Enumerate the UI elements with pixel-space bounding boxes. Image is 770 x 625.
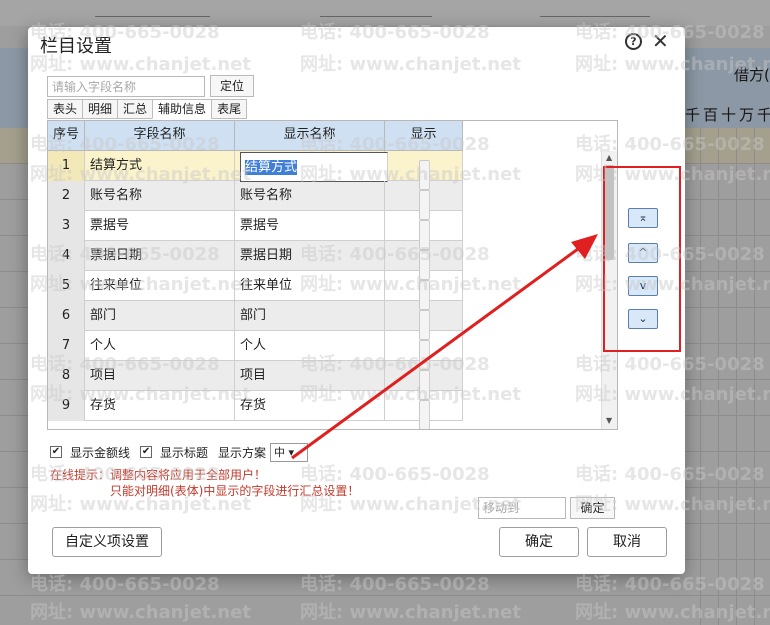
move-to-input[interactable] — [478, 497, 566, 519]
row-field-name: 部门 — [85, 301, 235, 331]
help-icon[interactable]: ? — [625, 33, 642, 50]
move-down-button[interactable]: v — [628, 276, 658, 296]
row-show-cell — [385, 361, 463, 400]
row-field-name: 票据日期 — [85, 241, 235, 271]
move-to-ok-button[interactable]: 确定 — [570, 497, 615, 519]
table-row[interactable]: 9 存货 存货 — [48, 391, 463, 429]
display-scheme-select[interactable]: 中 ▾ — [270, 442, 309, 462]
row-display-name[interactable]: 存货 — [235, 391, 385, 421]
row-field-name: 票据号 — [85, 211, 235, 241]
show-title-checkbox[interactable]: ✔ — [140, 446, 153, 458]
table-row[interactable]: 8 项目 项目 — [48, 361, 463, 400]
row-seq: 9 — [48, 391, 85, 421]
locate-button[interactable]: 定位 — [210, 75, 254, 97]
show-checkbox[interactable] — [419, 400, 430, 429]
row-seq: 2 — [48, 181, 85, 211]
move-top-button[interactable]: ⌅ — [628, 208, 658, 228]
grid-header: 序号 字段名称 显示名称 显示 — [48, 121, 463, 151]
row-show-cell — [385, 331, 463, 370]
row-display-name-cell: 结算方式 — [235, 151, 388, 182]
row-field-name: 往来单位 — [85, 271, 235, 301]
table-row[interactable]: 1 结算方式 结算方式 — [48, 151, 463, 190]
tab-detail[interactable]: 明细 — [82, 99, 118, 119]
grid-body: 1 结算方式 结算方式 2 账号名称 账号名称 3 票据号 票据号 4 票据日期… — [48, 151, 463, 429]
dialog-title: 栏目设置 — [40, 36, 112, 57]
row-seq: 1 — [48, 151, 85, 181]
row-show-cell — [385, 241, 463, 280]
field-search-input[interactable] — [47, 76, 205, 97]
cancel-button[interactable]: 取消 — [587, 527, 667, 557]
row-field-name: 账号名称 — [85, 181, 235, 211]
display-name-selected-text: 结算方式 — [245, 160, 298, 175]
row-field-name: 结算方式 — [85, 151, 235, 181]
row-seq: 4 — [48, 241, 85, 271]
show-amount-lines-label: 显示金额线 — [70, 445, 131, 460]
column-header-show: 显示 — [385, 121, 463, 151]
row-field-name: 存货 — [85, 391, 235, 421]
move-up-button[interactable]: ^ — [628, 243, 658, 263]
table-row[interactable]: 4 票据日期 票据日期 — [48, 241, 463, 280]
row-display-name[interactable]: 项目 — [235, 361, 385, 391]
row-seq: 7 — [48, 331, 85, 361]
online-tip-line1: 在线提示：调整内容将应用于全部用户！ — [50, 468, 267, 482]
display-scheme-label: 显示方案 — [218, 445, 267, 460]
table-row[interactable]: 7 个人 个人 — [48, 331, 463, 370]
online-tip-line2: 只能对明细(表体)中显示的字段进行汇总设置！ — [110, 484, 360, 498]
move-buttons-panel: ⌅ ^ v ⌄ — [603, 166, 681, 352]
row-seq: 8 — [48, 361, 85, 391]
column-header-seq: 序号 — [48, 121, 85, 151]
row-display-name[interactable]: 账号名称 — [235, 181, 385, 211]
tab-header[interactable]: 表头 — [47, 99, 83, 119]
table-row[interactable]: 2 账号名称 账号名称 — [48, 181, 463, 220]
row-display-name[interactable]: 往来单位 — [235, 271, 385, 301]
show-amount-lines-checkbox[interactable]: ✔ — [50, 446, 62, 458]
column-header-display-name: 显示名称 — [235, 121, 385, 151]
column-header-field-name: 字段名称 — [85, 121, 235, 151]
row-seq: 5 — [48, 271, 85, 301]
row-show-cell — [385, 391, 463, 429]
row-show-cell — [385, 151, 463, 190]
row-field-name: 个人 — [85, 331, 235, 361]
scroll-down-arrow-icon[interactable]: ▼ — [606, 416, 612, 425]
row-seq: 3 — [48, 211, 85, 241]
tab-footer[interactable]: 表尾 — [211, 99, 248, 119]
row-seq: 6 — [48, 301, 85, 331]
tab-bar: 表头 明细 汇总 辅助信息 表尾 — [47, 99, 248, 119]
row-show-cell — [385, 271, 463, 310]
custom-items-settings-button[interactable]: 自定义项设置 — [52, 527, 162, 557]
ok-button[interactable]: 确定 — [499, 527, 579, 557]
close-icon[interactable]: ✕ — [652, 29, 669, 53]
tab-summary[interactable]: 汇总 — [117, 99, 153, 119]
display-scheme-value: 中 — [274, 445, 286, 459]
table-row[interactable]: 3 票据号 票据号 — [48, 211, 463, 250]
table-row[interactable]: 6 部门 部门 — [48, 301, 463, 340]
display-name-editor[interactable]: 结算方式 — [240, 152, 388, 182]
table-row[interactable]: 5 往来单位 往来单位 — [48, 271, 463, 310]
row-display-name[interactable]: 个人 — [235, 331, 385, 361]
row-display-name[interactable]: 票据日期 — [235, 241, 385, 271]
row-display-name[interactable]: 票据号 — [235, 211, 385, 241]
scroll-up-arrow-icon[interactable]: ▲ — [606, 153, 612, 162]
display-options-row: ✔ 显示金额线 ✔ 显示标题 显示方案 中 ▾ — [50, 442, 309, 462]
row-show-cell — [385, 211, 463, 250]
field-grid: 序号 字段名称 显示名称 显示 1 结算方式 结算方式 2 账号名称 账号名称 … — [47, 120, 618, 430]
column-settings-dialog: 栏目设置 ? ✕ 定位 表头 明细 汇总 辅助信息 表尾 序号 字段名称 显示名… — [28, 27, 685, 574]
row-display-name[interactable]: 部门 — [235, 301, 385, 331]
row-show-cell — [385, 301, 463, 340]
tab-auxiliary-info[interactable]: 辅助信息 — [152, 99, 212, 119]
show-title-label: 显示标题 — [160, 445, 209, 460]
row-field-name: 项目 — [85, 361, 235, 391]
row-show-cell — [385, 181, 463, 220]
move-bottom-button[interactable]: ⌄ — [628, 309, 658, 329]
